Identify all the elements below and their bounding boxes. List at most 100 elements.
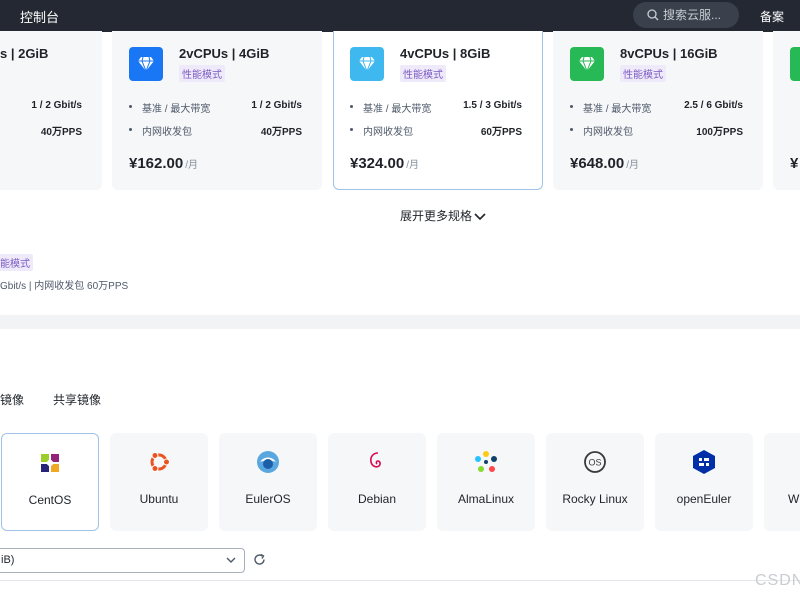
- watermark: CSDN: [755, 572, 800, 589]
- bandwidth-label: 基准 / 最大带宽: [583, 104, 652, 115]
- spec-price: ¥: [790, 155, 798, 172]
- spec-card-4vcpu[interactable]: 4vCPUs | 8GiB 性能模式 基准 / 最大带宽 1.5 / 3 Gbi…: [333, 31, 543, 190]
- spec-price: ¥648.00/月: [570, 155, 639, 172]
- performance-mode-badge: 性能模式: [620, 65, 666, 82]
- os-card-debian[interactable]: Debian: [328, 433, 426, 531]
- bandwidth-value: 1 / 2 Gbit/s: [31, 100, 82, 111]
- chevron-down-icon: [474, 213, 486, 221]
- os-name: Debian: [357, 492, 397, 506]
- tab-image[interactable]: 镜像: [0, 391, 24, 408]
- diamond-icon: [129, 47, 163, 81]
- spec-row-bandwidth: 基准 / 最大带宽 2.5 / 6 Gbit/s: [570, 100, 743, 115]
- debian-logo-icon: [370, 452, 381, 468]
- spec-row-bandwidth: 1 / 2 Gbit/s: [0, 100, 82, 114]
- bullet-dot: [129, 105, 132, 108]
- spec-row-bandwidth: 基准 / 最大带宽 1.5 / 3 Gbit/s: [350, 100, 522, 115]
- openeuler-logo-icon: [693, 450, 715, 474]
- bandwidth-label: 基准 / 最大带宽: [363, 104, 432, 115]
- price-value: ¥: [790, 155, 799, 172]
- price-value: ¥162.00: [129, 155, 184, 172]
- spec-title: 8vCPUs | 16GiB: [620, 46, 718, 61]
- price-unit: /月: [626, 160, 640, 171]
- price-unit: /月: [406, 160, 420, 171]
- almalinux-logo-icon: [475, 451, 497, 472]
- os-card-windows[interactable]: W: [764, 433, 800, 531]
- bandwidth-value: 2.5 / 6 Gbit/s: [684, 100, 743, 111]
- version-select-value: iB): [1, 554, 15, 566]
- os-card-almalinux[interactable]: AlmaLinux: [437, 433, 535, 531]
- spec-title: s | 2GiB: [0, 46, 49, 61]
- os-name: EulerOS: [245, 492, 291, 506]
- os-card-euleros[interactable]: EulerOS: [219, 433, 317, 531]
- image-version-select[interactable]: iB): [0, 548, 245, 573]
- refresh-icon[interactable]: [253, 553, 266, 566]
- pps-label: 内网收发包: [142, 127, 192, 138]
- spec-card-1vcpu[interactable]: s | 2GiB 1 / 2 Gbit/s 40万PPS: [0, 31, 102, 190]
- spec-title: 4vCPUs | 8GiB: [400, 46, 491, 61]
- top-bar: 控制台 搜索云服... 备案: [0, 0, 800, 32]
- bullet-dot: [129, 128, 132, 131]
- pps-label: 内网收发包: [363, 127, 413, 138]
- spec-row-pps: 内网收发包 100万PPS: [570, 123, 743, 138]
- spec-card-16vcpu[interactable]: ¥: [773, 31, 800, 190]
- section-divider: [0, 315, 800, 329]
- section-divider-line: [0, 580, 800, 581]
- spec-price: ¥162.00/月: [129, 155, 198, 172]
- diamond-icon: [350, 47, 384, 81]
- expand-label: 展开更多规格: [400, 209, 473, 223]
- spec-price: ¥324.00/月: [350, 155, 419, 172]
- pps-value: 100万PPS: [696, 127, 743, 138]
- bandwidth-value: 1 / 2 Gbit/s: [251, 100, 302, 111]
- selected-spec-badge: 能模式: [0, 254, 33, 271]
- tab-shared-image[interactable]: 共享镜像: [53, 391, 101, 408]
- page: 控制台 搜索云服... 备案 s | 2GiB 1 / 2 Gbit/s 40万…: [0, 0, 800, 600]
- spec-card-8vcpu[interactable]: 8vCPUs | 16GiB 性能模式 基准 / 最大带宽 2.5 / 6 Gb…: [553, 31, 763, 190]
- euleros-logo-icon: [257, 451, 279, 473]
- os-card-ubuntu[interactable]: Ubuntu: [110, 433, 208, 531]
- svg-text:OS: OS: [588, 458, 601, 468]
- price-unit: /月: [185, 160, 199, 171]
- spec-title: 2vCPUs | 4GiB: [179, 46, 270, 61]
- bullet-dot: [350, 105, 353, 108]
- os-card-rocky-linux[interactable]: OS Rocky Linux: [546, 433, 644, 531]
- diamond-icon: [790, 47, 800, 81]
- os-name: openEuler: [676, 492, 732, 506]
- spec-row-bandwidth: 基准 / 最大带宽 1 / 2 Gbit/s: [129, 100, 302, 115]
- beian-link[interactable]: 备案: [760, 8, 784, 25]
- pps-value: 60万PPS: [480, 127, 522, 138]
- diamond-icon: [570, 47, 604, 81]
- os-name: AlmaLinux: [457, 492, 515, 506]
- search-placeholder: 搜索云服...: [663, 8, 722, 22]
- bullet-dot: [350, 128, 353, 131]
- performance-mode-badge: 性能模式: [179, 65, 225, 82]
- spec-row-pps: 40万PPS: [0, 123, 82, 138]
- bullet-dot: [570, 128, 573, 131]
- centos-logo-icon: [41, 454, 59, 472]
- os-card-openeuler[interactable]: openEuler: [655, 433, 753, 531]
- bandwidth-value: 1.5 / 3 Gbit/s: [463, 100, 522, 111]
- pps-label: 内网收发包: [583, 127, 633, 138]
- selected-spec-summary: Gbit/s | 内网收发包 60万PPS: [0, 281, 129, 292]
- search-box[interactable]: 搜索云服...: [633, 2, 739, 28]
- os-name: W: [788, 492, 800, 506]
- spec-card-2vcpu[interactable]: 2vCPUs | 4GiB 性能模式 基准 / 最大带宽 1 / 2 Gbit/…: [112, 31, 322, 190]
- pps-value: 40万PPS: [260, 127, 302, 138]
- console-title[interactable]: 控制台: [20, 7, 59, 26]
- price-value: ¥648.00: [570, 155, 625, 172]
- pps-value: 40万PPS: [40, 127, 82, 138]
- spec-row-pps: 内网收发包 40万PPS: [129, 123, 302, 138]
- price-value: ¥324.00: [350, 155, 405, 172]
- os-name: Ubuntu: [139, 492, 179, 506]
- os-card-centos[interactable]: CentOS: [1, 433, 99, 531]
- performance-mode-badge: 性能模式: [400, 65, 446, 82]
- os-name: CentOS: [28, 493, 72, 507]
- bullet-dot: [570, 105, 573, 108]
- os-name: Rocky Linux: [562, 492, 628, 506]
- spec-row-pps: 内网收发包 60万PPS: [350, 123, 522, 138]
- chevron-down-icon: [226, 557, 236, 563]
- bandwidth-label: 基准 / 最大带宽: [142, 104, 211, 115]
- expand-more-specs-button[interactable]: 展开更多规格: [400, 207, 486, 224]
- search-icon: [647, 9, 659, 21]
- ubuntu-logo-icon: [150, 452, 170, 472]
- rocky-linux-logo-icon: OS: [584, 451, 606, 473]
